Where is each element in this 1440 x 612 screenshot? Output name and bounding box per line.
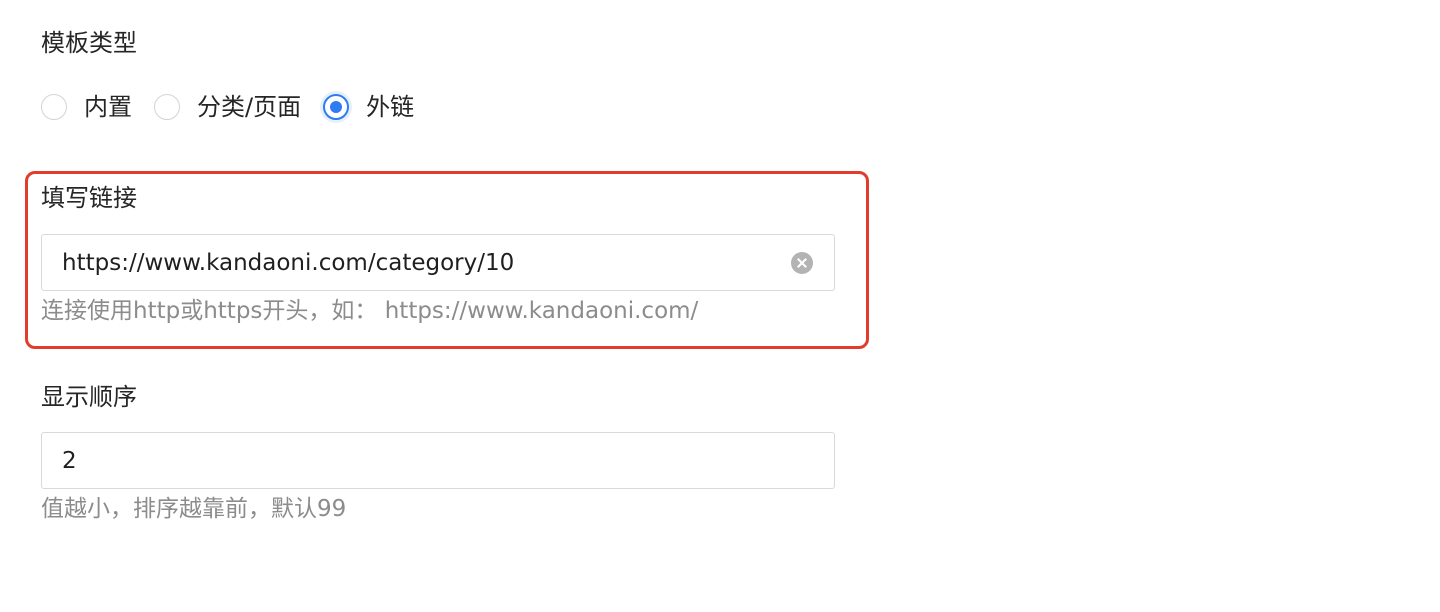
radio-label-category-page: 分类/页面 (197, 93, 302, 121)
display-order-input-value[interactable]: 2 (42, 448, 834, 474)
radio-circle-builtin[interactable] (41, 94, 67, 120)
link-label: 填写链接 (41, 184, 137, 212)
link-input[interactable]: https://www.kandaoni.com/category/10 (41, 234, 835, 291)
radio-option-builtin[interactable]: 内置 (41, 91, 132, 123)
template-type-radio-group: 内置 分类/页面 外链 (41, 90, 436, 124)
link-input-value[interactable]: https://www.kandaoni.com/category/10 (42, 250, 791, 276)
form-page: 模板类型 内置 分类/页面 外链 填写链接 https://www.kandao… (0, 0, 1440, 612)
radio-circle-external-link[interactable] (323, 94, 350, 120)
clear-icon[interactable] (791, 251, 813, 274)
template-type-label: 模板类型 (41, 29, 137, 57)
radio-circle-category-page[interactable] (154, 94, 180, 120)
radio-selected-dot (330, 101, 343, 113)
link-hint: 连接使用http或https开头，如： https://www.kandaoni… (41, 298, 699, 324)
display-order-hint: 值越小，排序越靠前，默认99 (41, 496, 347, 522)
radio-label-external-link: 外链 (366, 93, 415, 121)
radio-option-external-link[interactable]: 外链 (323, 91, 414, 123)
radio-option-category-page[interactable]: 分类/页面 (154, 91, 301, 123)
display-order-input[interactable]: 2 (41, 432, 835, 489)
radio-label-builtin: 内置 (84, 93, 132, 121)
display-order-label: 显示顺序 (41, 383, 137, 411)
